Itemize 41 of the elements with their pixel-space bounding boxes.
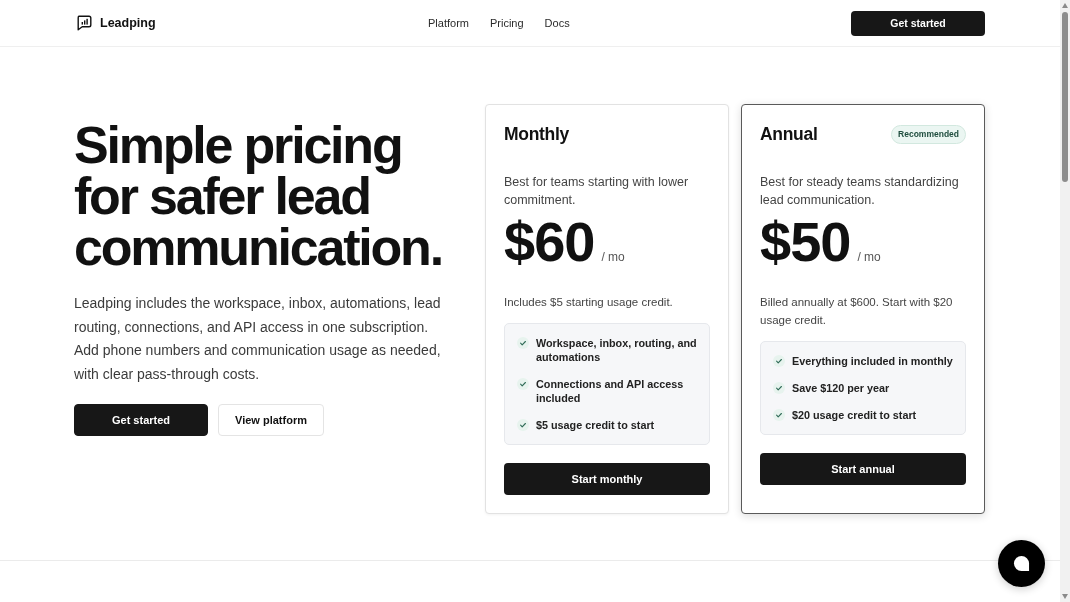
check-icon [773, 382, 785, 394]
speech-bubble-chart-icon [76, 15, 92, 31]
get-started-button[interactable]: Get started [74, 404, 208, 436]
brand-link[interactable]: Leadping [76, 15, 156, 31]
plan-description: Best for teams starting with lower commitment. [504, 174, 690, 209]
hero-title: Simple pricing for safer lead communication. [74, 120, 443, 273]
scroll-down-arrow-icon[interactable] [1062, 594, 1068, 599]
check-icon [773, 355, 785, 367]
plan-name: Monthly [504, 123, 569, 145]
feature-text: $20 usage credit to start [792, 408, 917, 422]
feature-text: Workspace, inbox, routing, and automations [536, 336, 698, 364]
check-icon [517, 378, 529, 390]
feature-text: Save $120 per year [792, 381, 890, 395]
plan-price: $60 [504, 214, 595, 270]
check-icon [517, 419, 529, 431]
plan-description: Best for steady teams standardizing lead communication. [760, 174, 960, 209]
feature-text: $5 usage credit to start [536, 418, 655, 432]
feature-text: Everything included in monthly [792, 354, 953, 368]
plan-badge: Recommended [891, 124, 966, 144]
plan-note: Includes $5 starting usage credit. [504, 295, 674, 310]
nav-link[interactable]: Pricing [489, 17, 524, 29]
view-platform-button[interactable]: View platform [218, 404, 324, 436]
scrollbar-thumb[interactable] [1062, 12, 1068, 182]
scrollbar-track[interactable] [1060, 0, 1070, 602]
price-period: / mo [601, 250, 625, 264]
start-plan-button[interactable]: Start annual [760, 453, 966, 485]
speech-bubble-icon [1013, 555, 1030, 572]
feature-text: Connections and API access included [536, 377, 685, 405]
chat-button[interactable] [998, 540, 1045, 587]
start-plan-button[interactable]: Start monthly [504, 463, 710, 495]
nav-link[interactable]: Docs [544, 17, 570, 29]
hero-description: Leadping includes the workspace, inbox, automations, lead routing, connections, and API access in one subscription. Add phone numbers and communication usage as needed, with clear pass-through costs. [74, 294, 442, 384]
get-started-button[interactable]: Get started [851, 10, 985, 36]
price-period: / mo [857, 250, 881, 264]
plan-name: Annual [760, 123, 818, 145]
plan-note: Billed annually at $600. Start with $20 usage credit. [760, 295, 954, 328]
check-icon [517, 337, 529, 349]
scroll-up-arrow-icon[interactable] [1062, 3, 1068, 8]
check-icon [773, 409, 785, 421]
nav-link[interactable]: Platform [428, 17, 469, 29]
plan-price: $50 [760, 214, 851, 270]
